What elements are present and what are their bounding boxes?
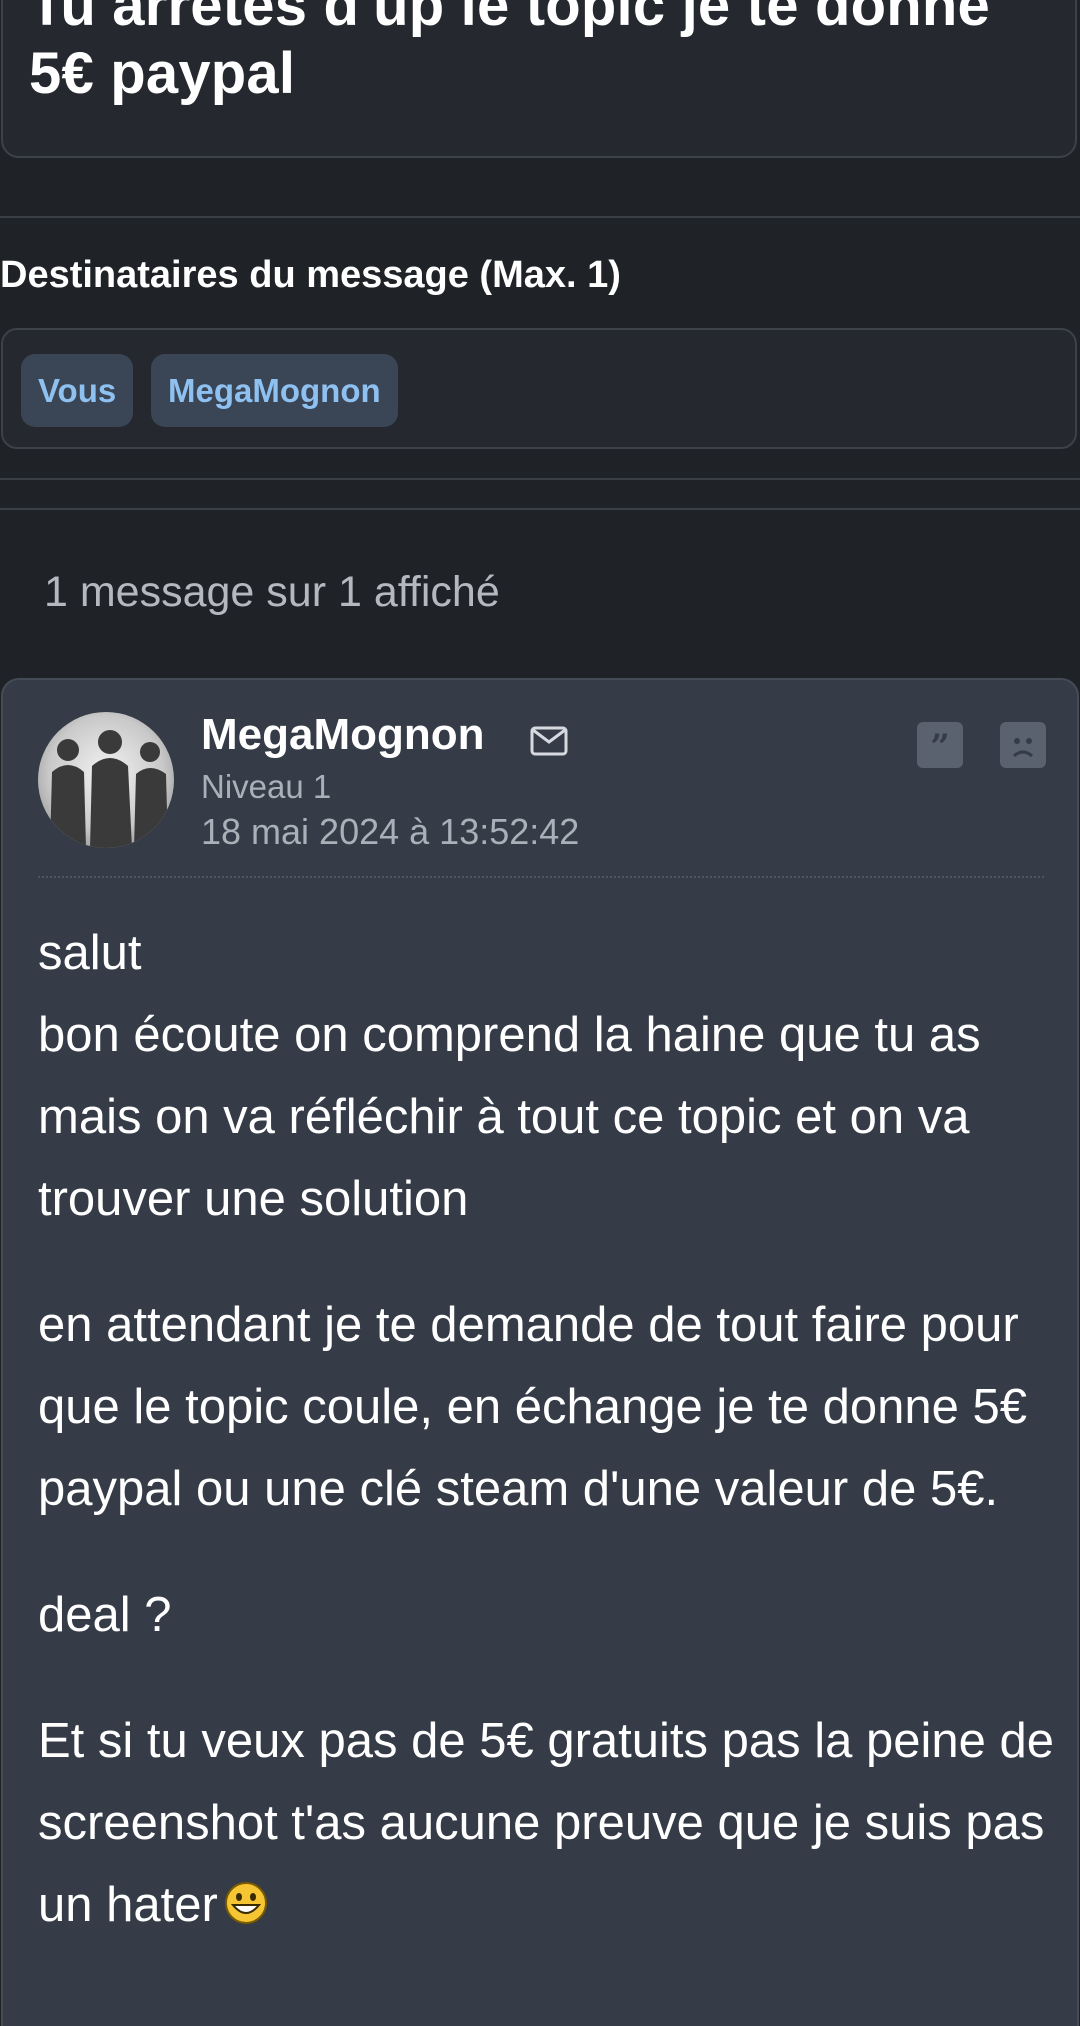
message-body: salut bon écoute on comprend la haine qu…	[38, 912, 1058, 1990]
quote-button[interactable]: ”	[917, 722, 963, 768]
quote-icon: ”	[930, 727, 950, 767]
message-paragraph: en attendant je te demande de tout faire…	[38, 1298, 1027, 1516]
grinning-face-icon	[224, 1882, 267, 1924]
report-button[interactable]	[1000, 722, 1046, 768]
author-name[interactable]: MegaMognon	[201, 710, 485, 760]
subject-box: Tu arrêtes d'up le topic je te donne 5€ …	[1, 0, 1077, 158]
author-level: Niveau 1	[201, 768, 332, 805]
private-message-page: Tu arrêtes d'up le topic je te donne 5€ …	[0, 0, 1080, 2026]
envelope-icon[interactable]	[530, 724, 568, 758]
divider	[0, 216, 1080, 218]
topic-subject: Tu arrêtes d'up le topic je te donne 5€ …	[29, 0, 990, 106]
recipients-title: Destinataires du message (Max. 1)	[0, 254, 621, 296]
message-paragraph-last: Et si tu veux pas de 5€ gratuits pas la …	[38, 1700, 1058, 1946]
message-paragraph-text: Et si tu veux pas de 5€ gratuits pas la …	[38, 1714, 1055, 1932]
recipient-chip-vous[interactable]: Vous	[21, 354, 134, 427]
divider	[0, 478, 1080, 480]
svg-text:”: ”	[930, 727, 950, 767]
message-date[interactable]: 18 mai 2024 à 13:52:42	[201, 811, 579, 853]
divider	[0, 508, 1080, 510]
message-count: 1 message sur 1 affiché	[44, 568, 500, 616]
message-paragraph: salut bon écoute on comprend la haine qu…	[38, 926, 981, 1226]
recipient-chip-megamognon[interactable]: MegaMognon	[151, 354, 398, 427]
message-card: MegaMognon Niveau 1 18 mai 2024 à 13:52:…	[1, 678, 1079, 2026]
avatar[interactable]	[38, 712, 174, 848]
sad-face-icon	[1013, 738, 1033, 758]
header-divider	[38, 876, 1044, 878]
message-paragraph: deal ?	[38, 1588, 172, 1642]
recipients-box: Vous MegaMognon	[1, 328, 1077, 449]
